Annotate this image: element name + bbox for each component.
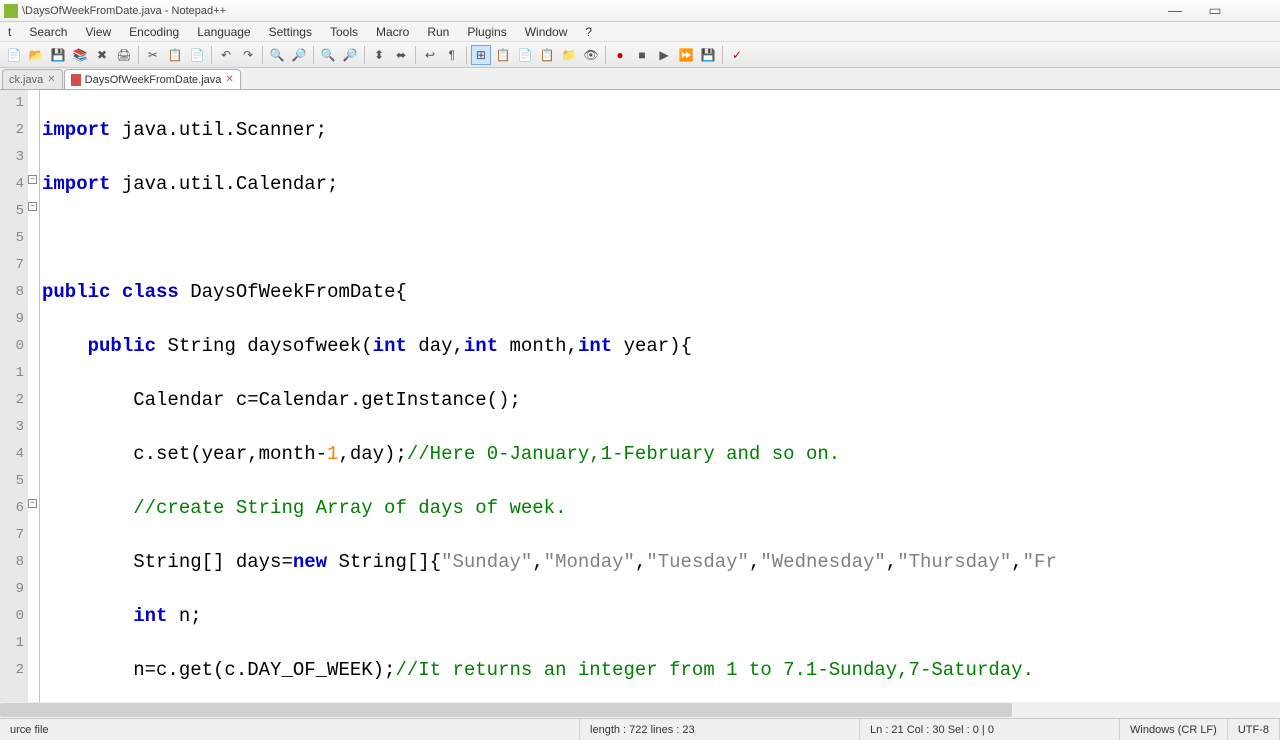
- save-all-icon[interactable]: 📚: [70, 45, 90, 65]
- maximize-button[interactable]: ▭: [1204, 2, 1226, 19]
- menu-help[interactable]: ?: [583, 24, 594, 40]
- stop-macro-icon[interactable]: ■: [632, 45, 652, 65]
- close-button[interactable]: [1244, 2, 1266, 19]
- minimize-button[interactable]: —: [1164, 2, 1186, 19]
- status-encoding[interactable]: UTF-8: [1228, 719, 1280, 740]
- status-stats: length : 722 lines : 23: [580, 719, 860, 740]
- indent-guide-icon[interactable]: ⊞: [471, 45, 491, 65]
- close-tab-icon[interactable]: ✕: [47, 74, 55, 85]
- paste-icon[interactable]: 📄: [187, 45, 207, 65]
- statusbar: urce file length : 722 lines : 23 Ln : 2…: [0, 718, 1280, 740]
- func-list-icon[interactable]: 📋: [537, 45, 557, 65]
- menubar: t Search View Encoding Language Settings…: [0, 22, 1280, 42]
- code-area[interactable]: import java.util.Scanner; import java.ut…: [40, 90, 1280, 702]
- copy-icon[interactable]: 📋: [165, 45, 185, 65]
- fold-column[interactable]: − − −: [28, 90, 40, 702]
- redo-icon[interactable]: ↷: [238, 45, 258, 65]
- menu-tools[interactable]: Tools: [328, 24, 360, 40]
- file-icon: [71, 74, 81, 86]
- horizontal-scrollbar[interactable]: [0, 702, 1280, 718]
- replace-icon[interactable]: 🔎: [289, 45, 309, 65]
- save-icon[interactable]: 💾: [48, 45, 68, 65]
- doc-map-icon[interactable]: 📄: [515, 45, 535, 65]
- app-icon: [4, 4, 18, 18]
- wrap-icon[interactable]: ↩: [420, 45, 440, 65]
- tab-label: ck.java: [9, 74, 43, 86]
- new-file-icon[interactable]: 📄: [4, 45, 24, 65]
- status-eol[interactable]: Windows (CR LF): [1120, 719, 1228, 740]
- menu-view[interactable]: View: [83, 24, 113, 40]
- menu-language[interactable]: Language: [195, 24, 252, 40]
- menu-search[interactable]: Search: [27, 24, 69, 40]
- tabbar: ck.java ✕ DaysOfWeekFromDate.java ✕: [0, 68, 1280, 90]
- tab-label: DaysOfWeekFromDate.java: [85, 74, 222, 86]
- play-multiple-icon[interactable]: ⏩: [676, 45, 696, 65]
- tab-active[interactable]: DaysOfWeekFromDate.java ✕: [64, 69, 241, 89]
- record-macro-icon[interactable]: ●: [610, 45, 630, 65]
- status-position: Ln : 21 Col : 30 Sel : 0 | 0: [860, 719, 1120, 740]
- print-icon[interactable]: 🖨: [114, 45, 134, 65]
- fold-icon[interactable]: −: [28, 499, 37, 508]
- sync-hscroll-icon[interactable]: ⬌: [391, 45, 411, 65]
- zoom-out-icon[interactable]: 🔎: [340, 45, 360, 65]
- fold-icon[interactable]: −: [28, 175, 37, 184]
- undo-icon[interactable]: ↶: [216, 45, 236, 65]
- monitoring-icon[interactable]: 👁: [581, 45, 601, 65]
- menu-settings[interactable]: Settings: [267, 24, 314, 40]
- user-lang-icon[interactable]: 📋: [493, 45, 513, 65]
- menu-macro[interactable]: Macro: [374, 24, 411, 40]
- spellcheck-icon[interactable]: ✓: [727, 45, 747, 65]
- play-macro-icon[interactable]: ▶: [654, 45, 674, 65]
- cut-icon[interactable]: ✂: [143, 45, 163, 65]
- fold-icon[interactable]: −: [28, 202, 37, 211]
- close-file-icon[interactable]: ✖: [92, 45, 112, 65]
- menu-plugins[interactable]: Plugins: [465, 24, 508, 40]
- menu-run[interactable]: Run: [425, 24, 451, 40]
- window-title: \DaysOfWeekFromDate.java - Notepad++: [22, 5, 1164, 17]
- find-icon[interactable]: 🔍: [267, 45, 287, 65]
- menu-encoding[interactable]: Encoding: [127, 24, 181, 40]
- menu-partial[interactable]: t: [6, 24, 13, 40]
- line-numbers: 1234557890123456789012: [0, 90, 28, 702]
- titlebar: \DaysOfWeekFromDate.java - Notepad++ — ▭: [0, 0, 1280, 22]
- scrollbar-thumb[interactable]: [0, 703, 1012, 717]
- zoom-in-icon[interactable]: 🔍: [318, 45, 338, 65]
- folder-workspace-icon[interactable]: 📁: [559, 45, 579, 65]
- tab-inactive[interactable]: ck.java ✕: [2, 69, 63, 89]
- open-file-icon[interactable]: 📂: [26, 45, 46, 65]
- toolbar: 📄 📂 💾 📚 ✖ 🖨 ✂ 📋 📄 ↶ ↷ 🔍 🔎 🔍 🔎 ⬍ ⬌ ↩ ¶ ⊞ …: [0, 42, 1280, 68]
- status-filetype: urce file: [0, 719, 580, 740]
- save-macro-icon[interactable]: 💾: [698, 45, 718, 65]
- sync-vscroll-icon[interactable]: ⬍: [369, 45, 389, 65]
- show-all-icon[interactable]: ¶: [442, 45, 462, 65]
- editor[interactable]: 1234557890123456789012 − − − import java…: [0, 90, 1280, 702]
- menu-window[interactable]: Window: [523, 24, 570, 40]
- close-tab-icon[interactable]: ✕: [225, 74, 233, 85]
